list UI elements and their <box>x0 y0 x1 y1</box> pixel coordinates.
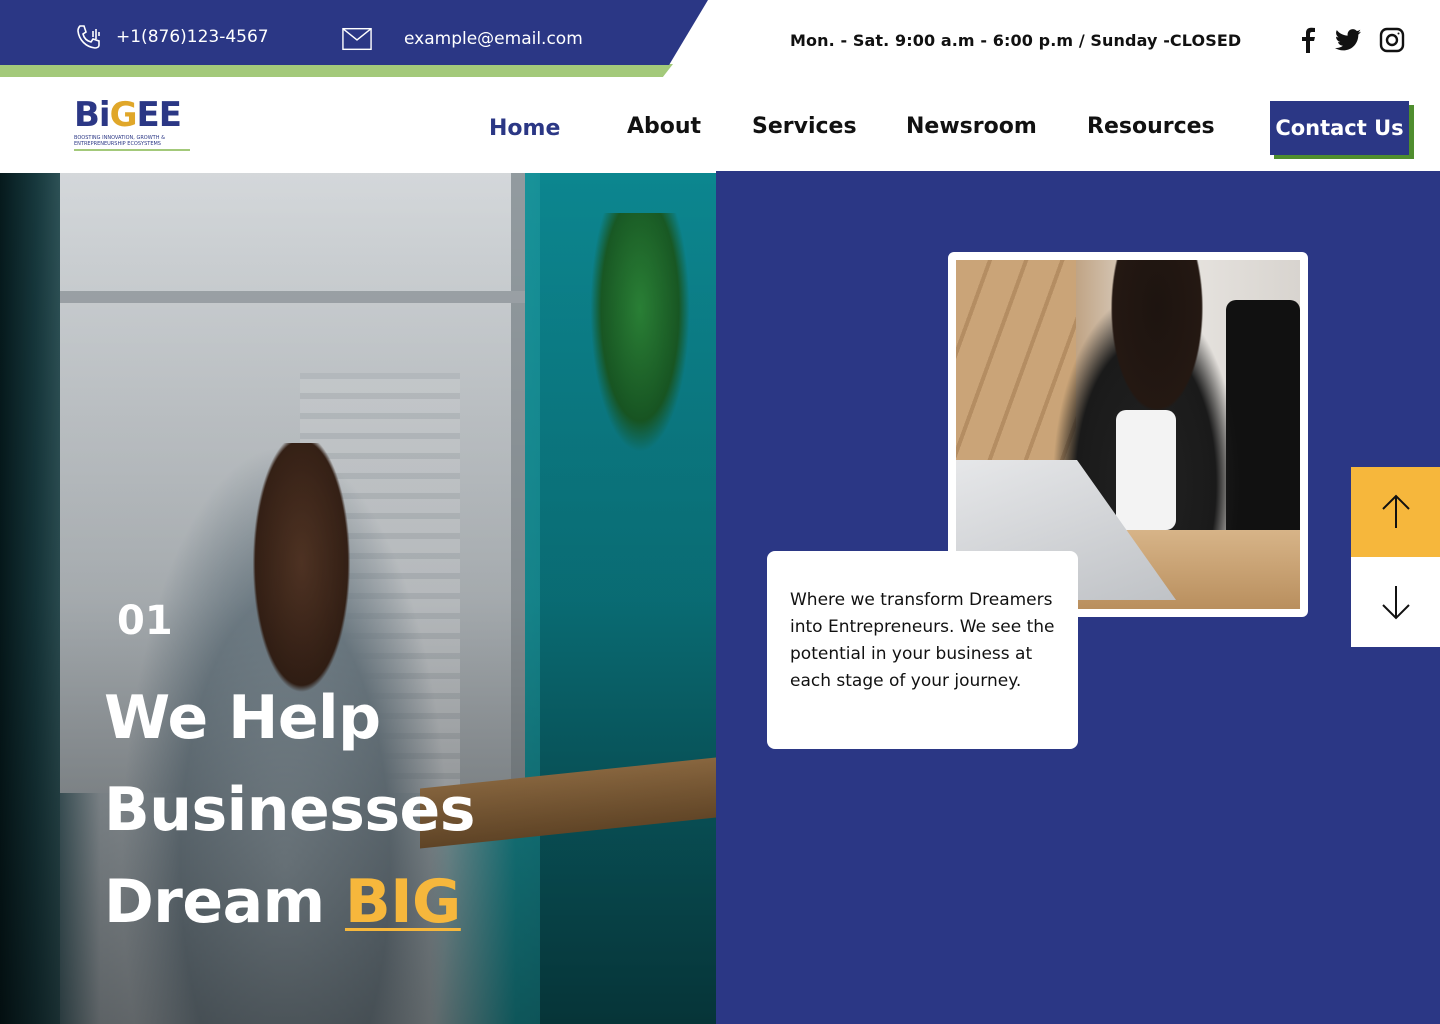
logo-underline <box>74 149 190 151</box>
arrow-down-icon <box>1381 586 1410 620</box>
nav-resources[interactable]: Resources <box>1087 114 1215 139</box>
topbar-accent-stripe <box>0 64 673 77</box>
nav-newsroom[interactable]: Newsroom <box>906 114 1037 139</box>
slide-number: 01 <box>117 598 173 644</box>
phone-number: +1(876)123-4567 <box>116 27 269 47</box>
bigee-logo[interactable]: BiGEE BOOSTING INNOVATION, GROWTH & ENTR… <box>74 98 190 162</box>
email-link[interactable]: example@email.com <box>342 24 583 54</box>
logo-tagline: BOOSTING INNOVATION, GROWTH & ENTREPRENE… <box>74 135 165 147</box>
mission-card: Where we transform Dreamers into Entrepr… <box>767 551 1078 749</box>
twitter-icon[interactable] <box>1334 26 1362 54</box>
nav-about[interactable]: About <box>627 114 701 139</box>
slider-prev-button[interactable] <box>1351 467 1440 557</box>
page: +1(876)123-4567 example@email.com Mon. -… <box>0 0 1440 1024</box>
phone-link[interactable]: +1(876)123-4567 <box>74 22 269 52</box>
mission-text: Where we transform Dreamers into Entrepr… <box>790 590 1055 691</box>
phone-icon <box>74 22 104 52</box>
facebook-icon[interactable] <box>1294 26 1322 54</box>
mail-icon <box>342 24 372 54</box>
nav-home[interactable]: Home <box>489 116 560 141</box>
email-address: example@email.com <box>404 29 583 49</box>
headline-highlight: BIG <box>344 867 461 937</box>
business-hours: Mon. - Sat. 9:00 a.m - 6:00 p.m / Sunday… <box>790 31 1242 50</box>
instagram-icon[interactable] <box>1378 26 1406 54</box>
nav-services[interactable]: Services <box>752 114 857 139</box>
hero-headline: We Help Businesses Dream BIG <box>104 683 475 937</box>
contact-us-button[interactable]: Contact Us <box>1270 101 1409 155</box>
slider-next-button[interactable] <box>1351 557 1440 647</box>
logo-wordmark: BiGEE <box>74 95 182 135</box>
arrow-up-icon <box>1381 494 1410 528</box>
